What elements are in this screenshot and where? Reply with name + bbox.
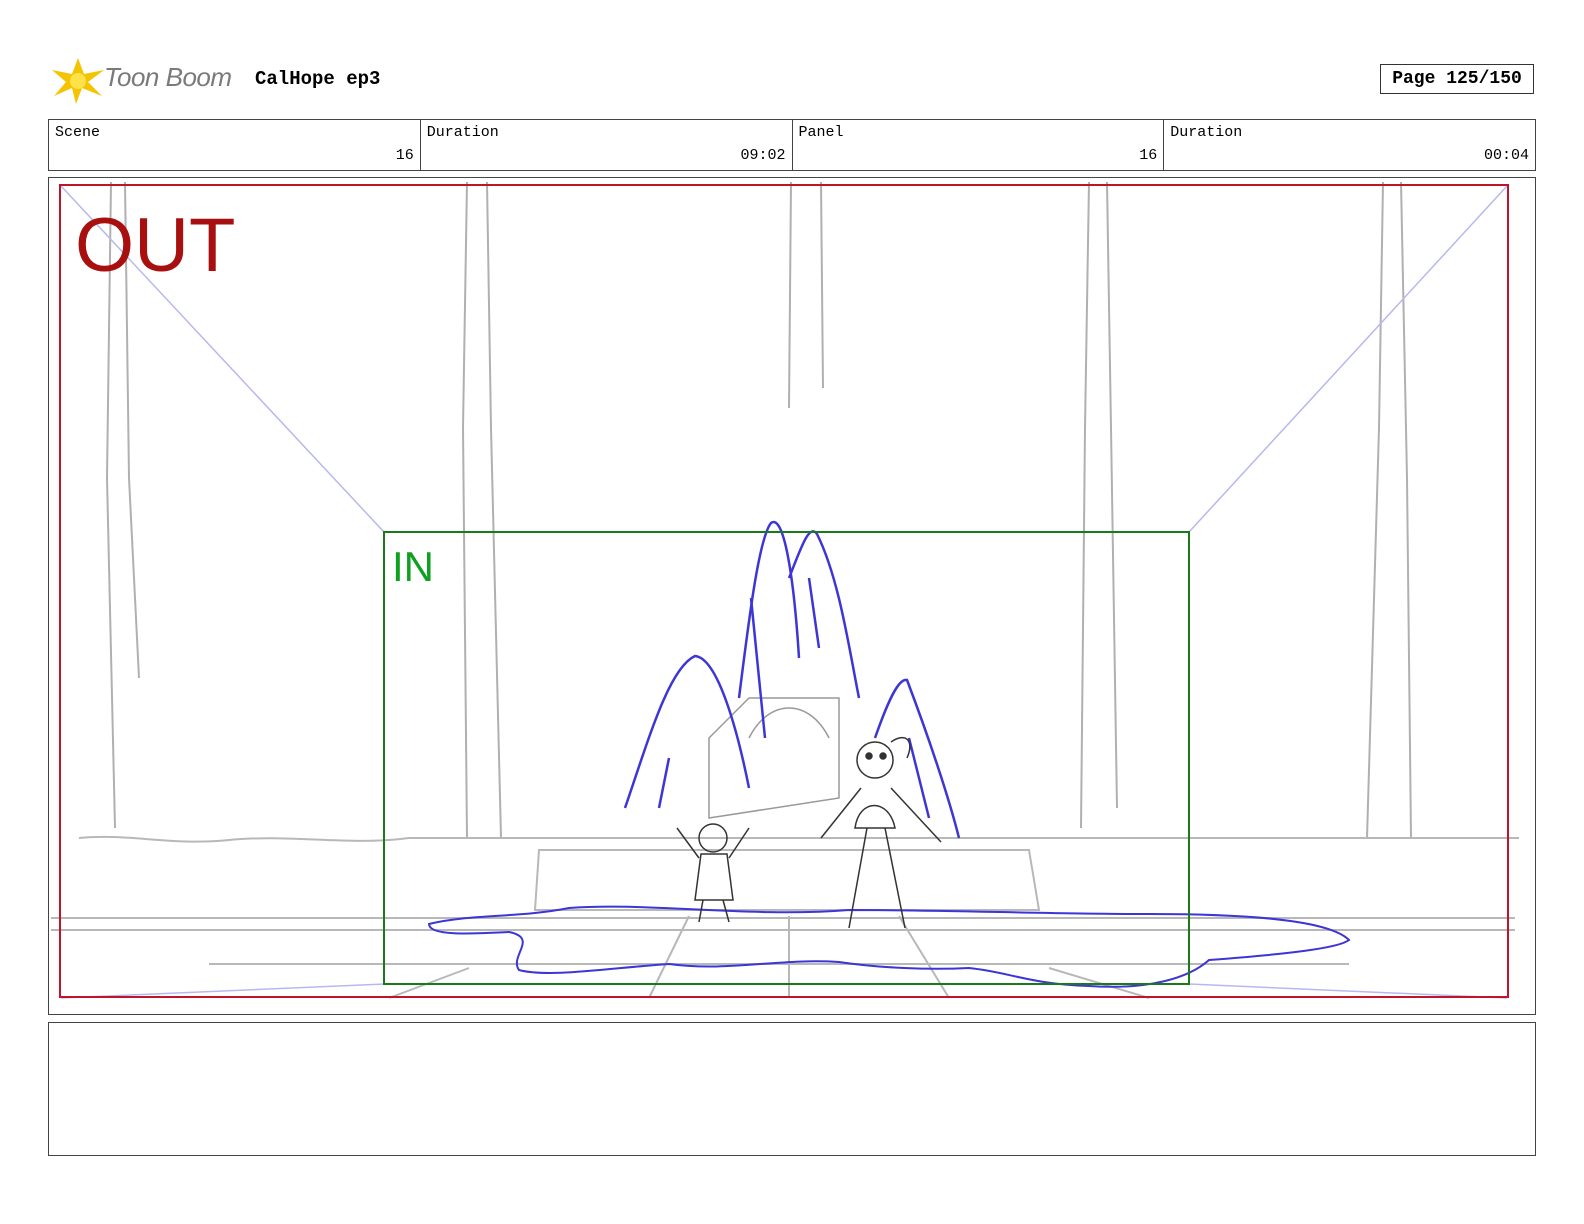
panel-duration-label: Duration xyxy=(1170,124,1243,141)
project-title: CalHope ep3 xyxy=(255,68,381,90)
scene-value: 16 xyxy=(395,147,414,164)
background-trees xyxy=(105,181,1412,839)
scene-duration-value: 09:02 xyxy=(740,147,786,164)
storyboard-panel: OUT IN xyxy=(48,177,1536,1015)
throne-sketch xyxy=(708,697,840,819)
scene-cell: Scene 16 xyxy=(49,120,421,170)
info-table: Scene 16 Duration 09:02 Panel 16 Duratio… xyxy=(48,119,1536,171)
panel-duration-value: 00:04 xyxy=(1483,147,1529,164)
ground-lines xyxy=(51,835,1519,999)
scene-label: Scene xyxy=(55,124,101,141)
panel-sketch xyxy=(51,181,1519,999)
logo-text: Toon Boom xyxy=(104,62,232,92)
panel-value: 16 xyxy=(1139,147,1158,164)
camera-guides xyxy=(60,185,1508,999)
scene-duration-cell: Duration 09:02 xyxy=(421,120,793,170)
crystal-sketch xyxy=(623,520,961,839)
panel-duration-cell: Duration 00:04 xyxy=(1164,120,1535,170)
panel-cell: Panel 16 xyxy=(793,120,1165,170)
scene-duration-label: Duration xyxy=(426,124,499,141)
starburst-icon xyxy=(52,58,104,104)
panel-label: Panel xyxy=(798,124,844,141)
out-frame xyxy=(59,184,1509,998)
in-label: IN xyxy=(392,543,434,590)
page-number: Page 125/150 xyxy=(1380,64,1534,94)
out-label: OUT xyxy=(75,203,236,288)
panel-notes-box[interactable] xyxy=(48,1022,1536,1156)
